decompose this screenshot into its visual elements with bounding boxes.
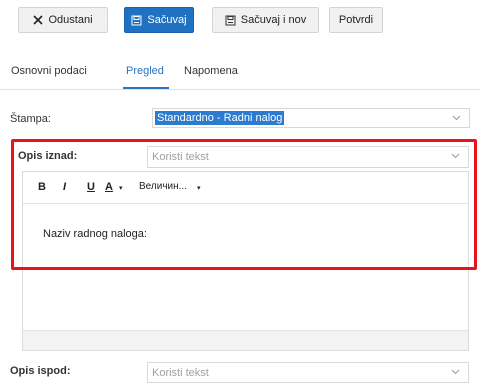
tab-pregled[interactable]: Pregled [126, 65, 164, 77]
bold-button[interactable]: B [38, 181, 46, 193]
opis-iznad-select-value: Koristi tekst [152, 151, 209, 163]
save-button-label: Sačuvaj [147, 14, 187, 26]
editor-content[interactable]: Naziv radnog naloga: [43, 228, 147, 240]
opis-ispod-select[interactable]: Koristi tekst [147, 362, 469, 383]
save-new-button[interactable]: Sačuvaj i nov [212, 7, 319, 33]
save-button[interactable]: Sačuvaj [124, 7, 194, 33]
font-size-caret-icon[interactable]: ▾ [197, 184, 201, 192]
tab-osnovni-podaci[interactable]: Osnovni podaci [11, 65, 87, 77]
close-icon [33, 15, 44, 25]
active-tab-indicator [123, 87, 169, 89]
editor-toolbar: B I U A ▾ Величин... ▾ [23, 172, 468, 204]
tab-bar: Osnovni podaci Pregled Napomena [0, 56, 480, 90]
rich-text-editor: B I U A ▾ Величин... ▾ Naziv radnog nalo… [22, 171, 469, 351]
underline-button[interactable]: U [87, 181, 95, 193]
opis-iznad-label: Opis iznad: [18, 150, 78, 162]
stampa-label: Štampa: [10, 113, 51, 125]
stampa-select[interactable]: Standardno - Radni nalog [152, 108, 470, 128]
stampa-select-value: Standardno - Radni nalog [155, 111, 285, 125]
font-color-caret-icon[interactable]: ▾ [119, 184, 123, 192]
save-icon [131, 15, 142, 26]
cancel-button-label: Odustani [48, 14, 93, 26]
font-size-dropdown[interactable]: Величин... [139, 181, 187, 192]
chevron-down-icon [452, 113, 461, 125]
editor-status-bar [23, 330, 468, 350]
confirm-button-label: Potvrdi [338, 14, 374, 26]
tab-napomena[interactable]: Napomena [184, 65, 238, 77]
opis-iznad-select[interactable]: Koristi tekst [147, 146, 469, 168]
chevron-down-icon [451, 151, 460, 163]
confirm-button[interactable]: Potvrdi [329, 7, 383, 33]
toolbar: Odustani Sačuvaj Sačuvaj i nov Potvrdi [0, 0, 480, 50]
opis-ispod-label: Opis ispod: [10, 365, 71, 377]
opis-ispod-select-value: Koristi tekst [152, 367, 209, 379]
save-new-icon [225, 15, 236, 26]
chevron-down-icon [451, 367, 460, 379]
cancel-button[interactable]: Odustani [18, 7, 108, 33]
save-new-button-label: Sačuvaj i nov [240, 14, 307, 26]
font-color-button[interactable]: A [105, 181, 113, 193]
italic-button[interactable]: I [63, 181, 66, 193]
